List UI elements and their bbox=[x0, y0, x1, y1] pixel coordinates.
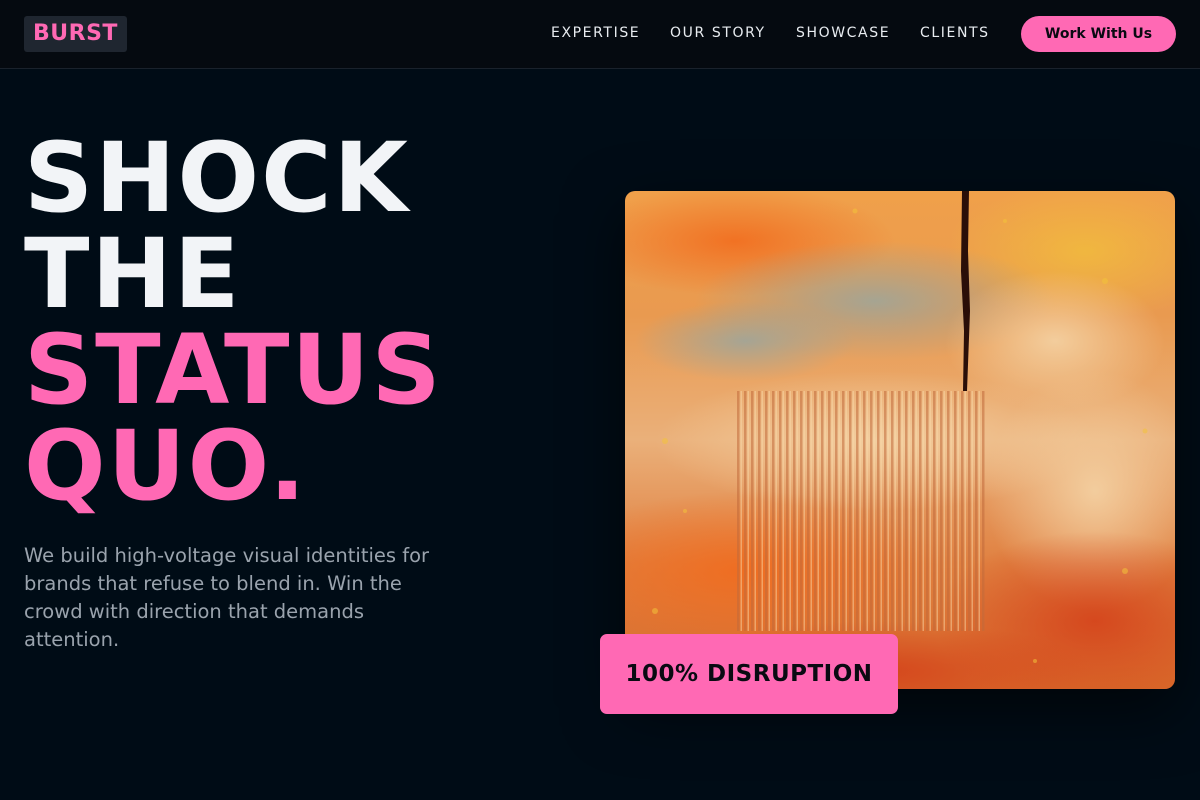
brand-logo[interactable]: BURST bbox=[24, 16, 127, 52]
hero-subtext: We build high-voltage visual identities … bbox=[24, 544, 430, 651]
site-header: BURST EXPERTISE OUR STORY SHOWCASE CLIEN… bbox=[0, 0, 1200, 69]
abstract-painting-image bbox=[625, 191, 1175, 689]
headline-line-1: SHOCK bbox=[24, 122, 410, 234]
headline-line-3: STATUS bbox=[24, 314, 443, 426]
nav-link-our-story[interactable]: OUR STORY bbox=[670, 24, 766, 42]
nav-link-showcase[interactable]: SHOWCASE bbox=[796, 24, 890, 42]
headline-line-4: QUO. bbox=[24, 410, 308, 522]
headline-line-2: THE bbox=[24, 218, 242, 330]
work-with-us-button[interactable]: Work With Us bbox=[1021, 16, 1176, 52]
nav-link-clients[interactable]: CLIENTS bbox=[920, 24, 990, 42]
disruption-badge: 100% DISRUPTION bbox=[600, 634, 898, 714]
hero-artwork-image bbox=[625, 191, 1175, 689]
nav-link-expertise[interactable]: EXPERTISE bbox=[551, 24, 640, 42]
hero-headline: SHOCK THE STATUS QUO. bbox=[24, 130, 443, 514]
